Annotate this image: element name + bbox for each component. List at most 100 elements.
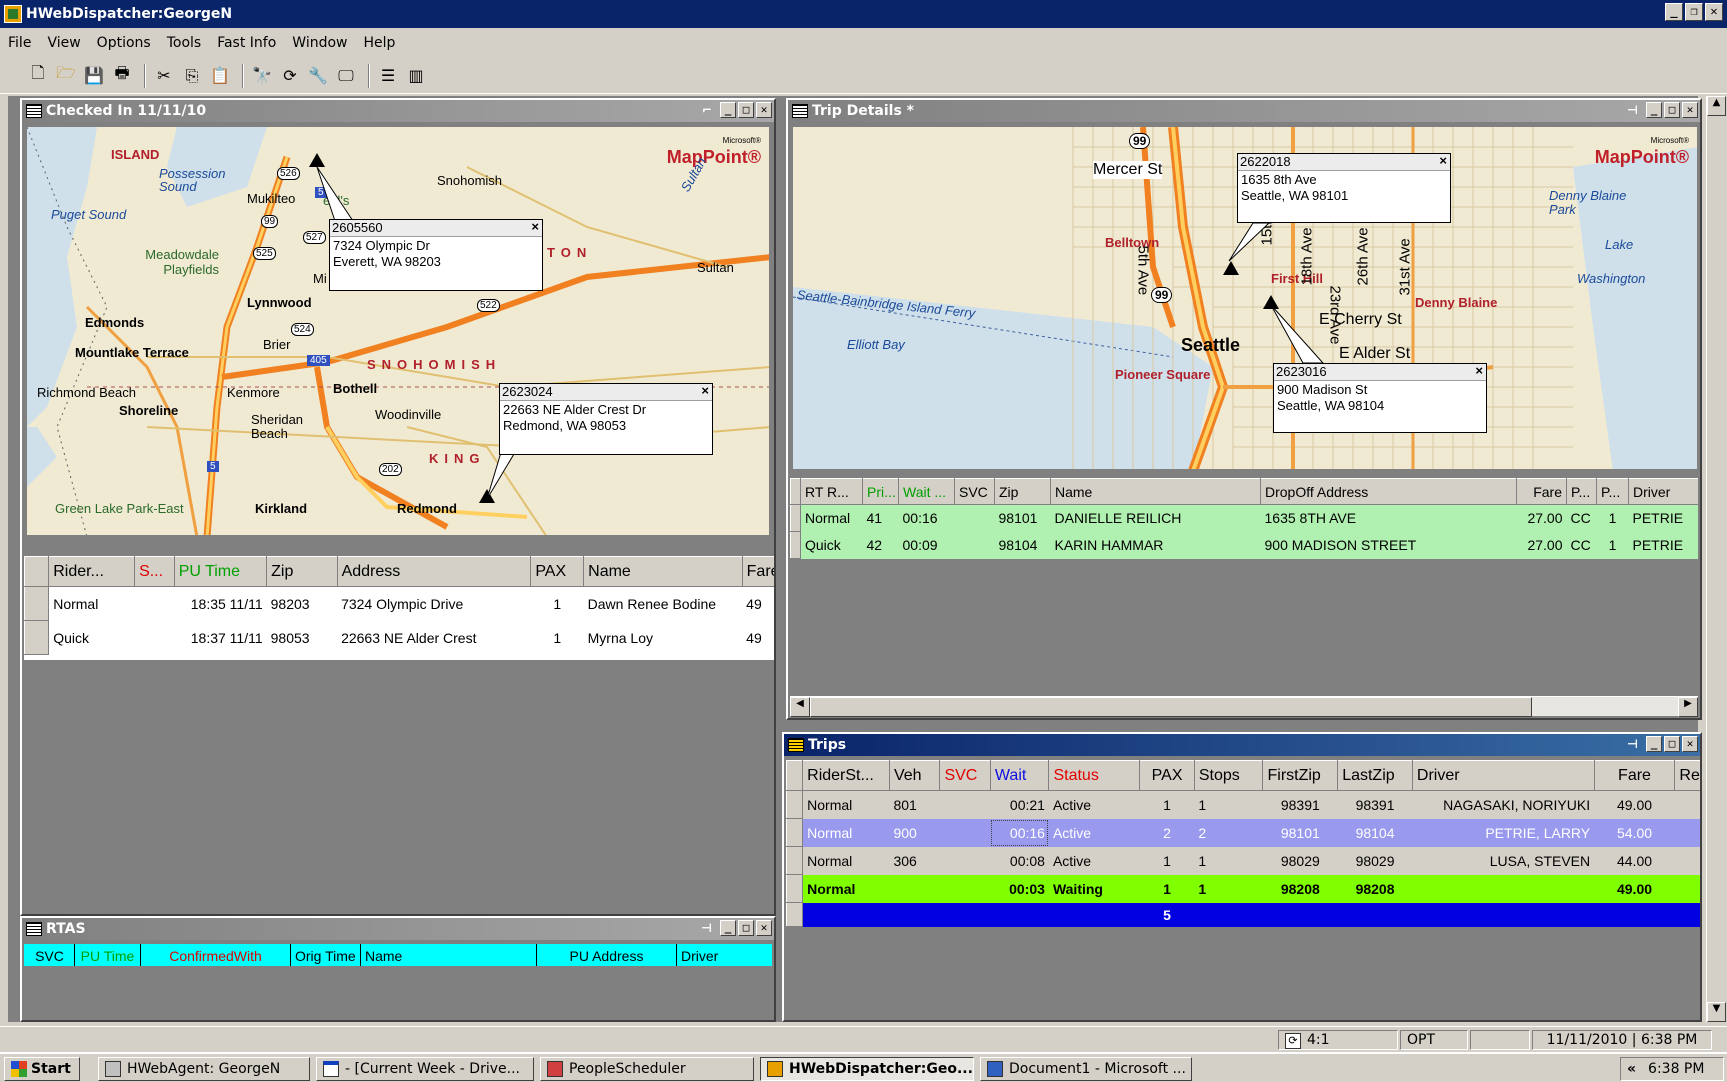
minimize-icon[interactable]: _ — [1646, 102, 1662, 118]
minimize-icon[interactable]: _ — [1646, 736, 1662, 752]
table-row[interactable]: Normal 00:03 Waiting 1 1 98208 98208 49.… — [786, 874, 1700, 903]
maximize-icon[interactable]: □ — [1664, 102, 1680, 118]
trip-callout[interactable]: 2623024 × 22663 NE Alder Crest Dr Redmond,… — [499, 383, 713, 455]
column-header[interactable]: Driver — [676, 944, 772, 966]
columns-icon[interactable]: ▥ — [404, 64, 428, 88]
table-row[interactable]: Normal 18:35 11/11 98203 7324 Olympic Dr… — [24, 586, 775, 621]
column-header[interactable]: RT R... — [800, 478, 863, 505]
column-header[interactable]: P... — [1596, 478, 1629, 505]
scroll-left-icon[interactable]: ◀ — [790, 697, 810, 717]
find-icon[interactable]: 🔭 — [250, 64, 274, 88]
close-icon[interactable]: × — [1475, 363, 1483, 379]
close-icon[interactable]: × — [701, 383, 709, 399]
maximize-icon[interactable]: □ — [738, 102, 754, 118]
menu-tools[interactable]: Tools — [167, 35, 202, 51]
close-icon[interactable]: ✕ — [1705, 3, 1723, 21]
checked-in-map[interactable]: Microsoft® MapPoint® ISLAND Possession So… — [26, 126, 770, 536]
column-header[interactable]: P... — [1566, 478, 1597, 505]
close-icon[interactable]: × — [1439, 153, 1447, 169]
column-header[interactable]: Veh — [888, 760, 941, 791]
column-header[interactable]: Pri... — [862, 478, 899, 505]
column-header[interactable]: S... — [134, 556, 175, 587]
tray-clock[interactable]: 6:38 PM — [1648, 1061, 1704, 1077]
menu-help[interactable]: Help — [363, 35, 395, 51]
row-selector[interactable] — [786, 902, 804, 927]
scroll-up-icon[interactable]: ▲ — [1707, 96, 1726, 116]
trip-details-map[interactable]: Microsoft® MapPoint® Mercer St Belltown F… — [792, 126, 1698, 470]
row-selector[interactable] — [790, 504, 801, 532]
menu-fast-info[interactable]: Fast Info — [217, 35, 276, 51]
column-header[interactable]: PU Address — [536, 944, 677, 966]
close-icon[interactable]: ✕ — [1682, 102, 1698, 118]
column-header[interactable]: SVC — [939, 760, 991, 791]
minimize-icon[interactable]: _ — [720, 920, 736, 936]
scroll-down-icon[interactable]: ▼ — [1707, 1002, 1726, 1022]
column-header[interactable]: Fare — [1593, 760, 1676, 791]
trip-details-titlebar[interactable]: Trip Details * ⊣ _ □ ✕ — [788, 100, 1700, 122]
copy-icon[interactable]: ⎘ — [180, 64, 204, 88]
list-icon[interactable]: ☰ — [376, 64, 400, 88]
print-icon[interactable]: 🖶 — [110, 63, 134, 88]
table-row[interactable]: Normal 41 00:16 98101 DANIELLE REILICH 1… — [790, 504, 1698, 532]
column-header[interactable]: ConfirmedWith — [140, 944, 291, 966]
cut-icon[interactable]: ✂ — [152, 64, 176, 88]
table-row[interactable]: Normal 306 00:08 Active 1 1 98029 98029 … — [786, 846, 1700, 875]
window-titlebar[interactable]: HWebDispatcher:GeorgeN _ ❐ ✕ — [0, 0, 1727, 28]
maximize-icon[interactable]: □ — [1664, 736, 1680, 752]
column-header[interactable]: Fare — [1516, 478, 1567, 505]
minimize-icon[interactable]: _ — [1665, 3, 1683, 21]
tray-expand-icon[interactable]: « — [1627, 1061, 1636, 1077]
scroll-right-icon[interactable]: ▶ — [1678, 697, 1698, 717]
checked-in-titlebar[interactable]: Checked In 11/11/10 ⌐ _ □ ✕ — [22, 100, 774, 122]
column-header[interactable]: Orig Time — [290, 944, 361, 966]
refresh-icon[interactable]: ⟳ — [1285, 1033, 1301, 1049]
scroll-thumb[interactable] — [810, 697, 1532, 717]
column-header[interactable]: Rider... — [48, 556, 136, 587]
restore-icon[interactable]: ❐ — [1685, 3, 1703, 21]
column-header[interactable]: Fare — [741, 556, 774, 587]
row-selector[interactable] — [786, 874, 804, 903]
column-header[interactable]: PAX — [530, 556, 585, 587]
close-icon[interactable]: × — [531, 219, 539, 235]
new-icon[interactable]: 🗋 — [26, 63, 50, 88]
table-row[interactable]: Normal 801 00:21 Active 1 1 98391 98391 … — [786, 790, 1700, 819]
close-icon[interactable]: ✕ — [756, 920, 772, 936]
pin-icon[interactable]: ⌐ — [702, 103, 712, 117]
maximize-icon[interactable]: □ — [738, 920, 754, 936]
column-header[interactable]: DropOff Address — [1260, 478, 1517, 505]
minimize-icon[interactable]: _ — [720, 102, 736, 118]
column-header[interactable]: FirstZip — [1262, 760, 1339, 791]
monitor-icon[interactable]: 🖵 — [334, 64, 358, 88]
column-header[interactable]: Name — [360, 944, 537, 966]
column-header[interactable]: Name — [583, 556, 743, 587]
table-row[interactable]: Quick 18:37 11/11 98053 22663 NE Alder C… — [24, 620, 775, 655]
pin-icon[interactable]: ⊣ — [701, 921, 712, 935]
row-selector[interactable] — [790, 478, 801, 505]
refresh-icon[interactable]: ⟳ — [278, 64, 302, 88]
trip-callout[interactable]: 2623016 × 900 Madison St Seattle, WA 98104 — [1273, 363, 1487, 433]
menu-file[interactable]: File — [8, 35, 31, 51]
pin-icon[interactable]: ⊣ — [1627, 737, 1638, 751]
column-header[interactable]: RiderSt... — [802, 760, 890, 791]
table-row[interactable]: Normal 900 00:16 Active 2 2 98101 98104 … — [786, 818, 1700, 847]
menu-window[interactable]: Window — [292, 35, 347, 51]
column-header[interactable]: PU Time — [74, 944, 141, 966]
column-header[interactable]: PAX — [1139, 760, 1195, 791]
column-header[interactable]: Wait — [989, 760, 1050, 791]
row-selector[interactable] — [786, 818, 804, 847]
row-selector[interactable] — [786, 846, 804, 875]
column-header[interactable]: LastZip — [1337, 760, 1413, 791]
column-header[interactable]: Status — [1048, 760, 1141, 791]
column-header[interactable]: PU Time — [173, 556, 268, 587]
start-button[interactable]: Start — [4, 1057, 80, 1081]
row-selector[interactable] — [24, 586, 50, 621]
row-selector[interactable] — [24, 556, 50, 587]
taskbar-item[interactable]: HWebDispatcher:Geo... — [760, 1057, 974, 1081]
menu-options[interactable]: Options — [97, 35, 151, 51]
column-header[interactable]: Driver — [1628, 478, 1698, 505]
trip-details-hscroll[interactable]: ◀ ▶ — [790, 696, 1698, 717]
row-selector[interactable] — [24, 620, 50, 655]
taskbar-item[interactable]: Document1 - Microsoft ... — [980, 1057, 1192, 1081]
tools-icon[interactable]: 🔧 — [306, 64, 330, 88]
row-selector[interactable] — [786, 760, 804, 791]
